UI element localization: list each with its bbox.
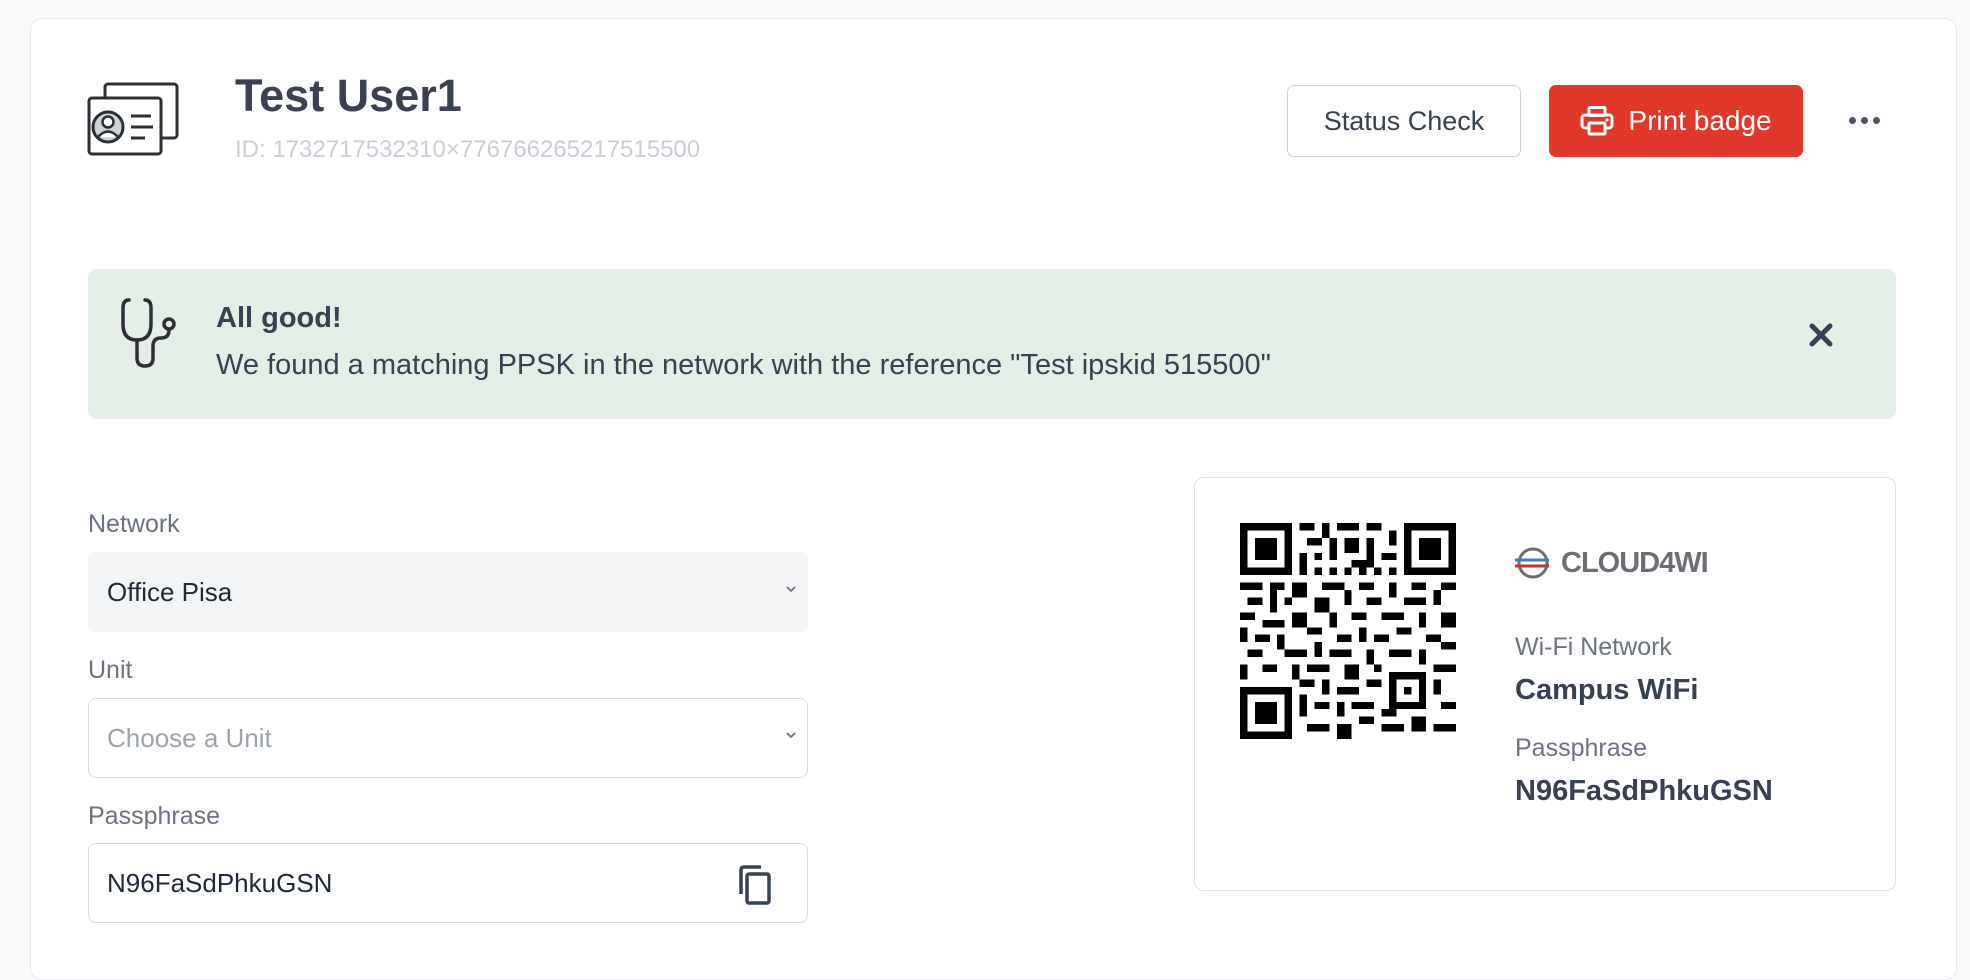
network-select[interactable]: Office Pisa bbox=[88, 552, 808, 632]
copy-icon[interactable] bbox=[735, 864, 773, 906]
print-badge-label: Print badge bbox=[1628, 105, 1772, 136]
cloud4wi-logo-icon bbox=[1515, 547, 1549, 579]
badge-network-label: Wi-Fi Network bbox=[1515, 633, 1672, 661]
printer-icon bbox=[1580, 106, 1614, 136]
passphrase-value: N96FaSdPhkuGSN bbox=[107, 867, 333, 898]
cloud4wi-logo-text: CLOUD4WI bbox=[1561, 546, 1709, 579]
page-title: Test User1 bbox=[235, 70, 462, 121]
badge-passphrase-value: N96FaSdPhkuGSN bbox=[1515, 775, 1773, 807]
network-label: Network bbox=[88, 510, 180, 538]
id-cards-icon bbox=[87, 82, 179, 156]
print-badge-button[interactable]: Print badge bbox=[1549, 85, 1803, 157]
qr-code bbox=[1240, 523, 1456, 739]
alert-message: We found a matching PPSK in the network … bbox=[216, 349, 1271, 381]
cloud4wi-logo: CLOUD4WI bbox=[1515, 544, 1709, 582]
network-select-value: Office Pisa bbox=[107, 576, 233, 607]
badge-passphrase-label: Passphrase bbox=[1515, 734, 1648, 762]
status-check-button[interactable]: Status Check bbox=[1287, 85, 1521, 157]
status-alert: All good! We found a matching PPSK in th… bbox=[88, 269, 1896, 419]
badge-preview: CLOUD4WI Wi-Fi Network Campus WiFi Passp… bbox=[1194, 477, 1896, 891]
chevron-down-icon bbox=[786, 586, 796, 593]
passphrase-field[interactable]: N96FaSdPhkuGSN bbox=[88, 843, 808, 923]
badge-network-value: Campus WiFi bbox=[1515, 674, 1699, 706]
unit-label: Unit bbox=[88, 656, 133, 684]
unit-select-placeholder: Choose a Unit bbox=[107, 722, 272, 753]
user-id-text: ID: 1732717532310×776766265217515500 bbox=[235, 136, 701, 163]
stethoscope-icon bbox=[121, 298, 176, 368]
more-options-icon[interactable] bbox=[1846, 105, 1882, 135]
chevron-down-icon bbox=[786, 732, 796, 739]
alert-title: All good! bbox=[216, 302, 342, 334]
unit-select[interactable]: Choose a Unit bbox=[88, 698, 808, 778]
passphrase-label: Passphrase bbox=[88, 802, 221, 830]
close-icon[interactable] bbox=[1803, 317, 1839, 353]
